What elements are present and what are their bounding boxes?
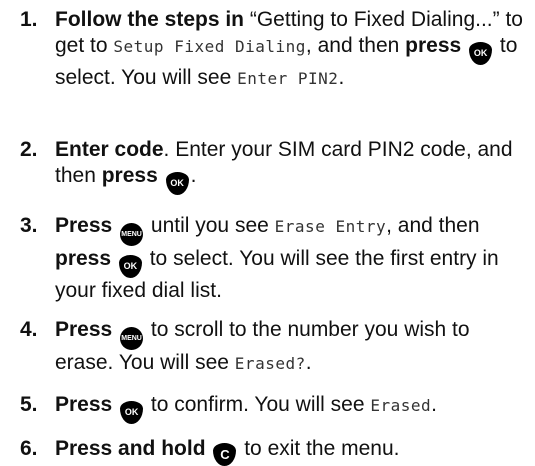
ok-key-icon: OK (469, 42, 493, 65)
step-number: 1. (20, 8, 38, 31)
step-text-run: , and then (386, 214, 480, 237)
step-text: Press and hold C to exit the menu. (55, 436, 530, 466)
step-number: 6. (20, 437, 38, 460)
step-lead: Press (55, 318, 113, 341)
step-emphasis: press (101, 164, 158, 187)
step-text: Press OK to confirm. You will see Erased… (55, 392, 530, 424)
step-lead: Press (55, 393, 113, 416)
step-text-run: . (305, 351, 312, 374)
step-text: Follow the steps in “Getting to Fixed Di… (55, 7, 530, 92)
step-text-run: . (338, 66, 345, 89)
display-text: Erased? (234, 354, 306, 373)
step-number: 3. (20, 214, 38, 237)
step-lead: Press and hold (55, 437, 206, 460)
display-text: Setup Fixed Dialing (113, 37, 306, 56)
instruction-list: 1. Follow the steps in “Getting to Fixed… (0, 0, 535, 466)
step-number: 4. (20, 318, 38, 341)
step-lead: Enter code (55, 138, 164, 161)
step-text-run: until you see (145, 214, 275, 237)
step-number: 2. (20, 138, 38, 161)
step-text: Press MENU to scroll to the number you w… (55, 317, 530, 377)
step-text-run: , and then (305, 34, 406, 57)
ok-key-icon: OK (118, 255, 142, 278)
ok-key-icon: OK (165, 172, 189, 195)
display-text: Erase Entry (274, 217, 387, 236)
step-text: Press MENU until you see Erase Entry, an… (55, 213, 530, 304)
step-emphasis: press (405, 34, 462, 57)
clear-key-icon: C (213, 443, 237, 466)
display-text: Enter PIN2 (237, 69, 339, 88)
step-text-run: to select. You will see the first entry … (55, 247, 499, 302)
step-text-run: to exit the menu. (238, 437, 400, 460)
step-text-run: . (190, 164, 197, 187)
step-text-run: to confirm. You will see (145, 393, 371, 416)
step-number: 5. (20, 393, 38, 416)
step-text-run: . (431, 393, 437, 416)
display-text: Erased (370, 396, 432, 415)
step-text: Enter code. Enter your SIM card PIN2 cod… (55, 137, 530, 195)
step-lead: Press (55, 214, 113, 237)
menu-key-icon: MENU (120, 327, 144, 350)
menu-key-icon: MENU (120, 223, 144, 246)
step-lead: Follow the steps in (55, 8, 245, 31)
ok-key-icon: OK (120, 401, 144, 424)
step-emphasis: press (55, 247, 112, 270)
